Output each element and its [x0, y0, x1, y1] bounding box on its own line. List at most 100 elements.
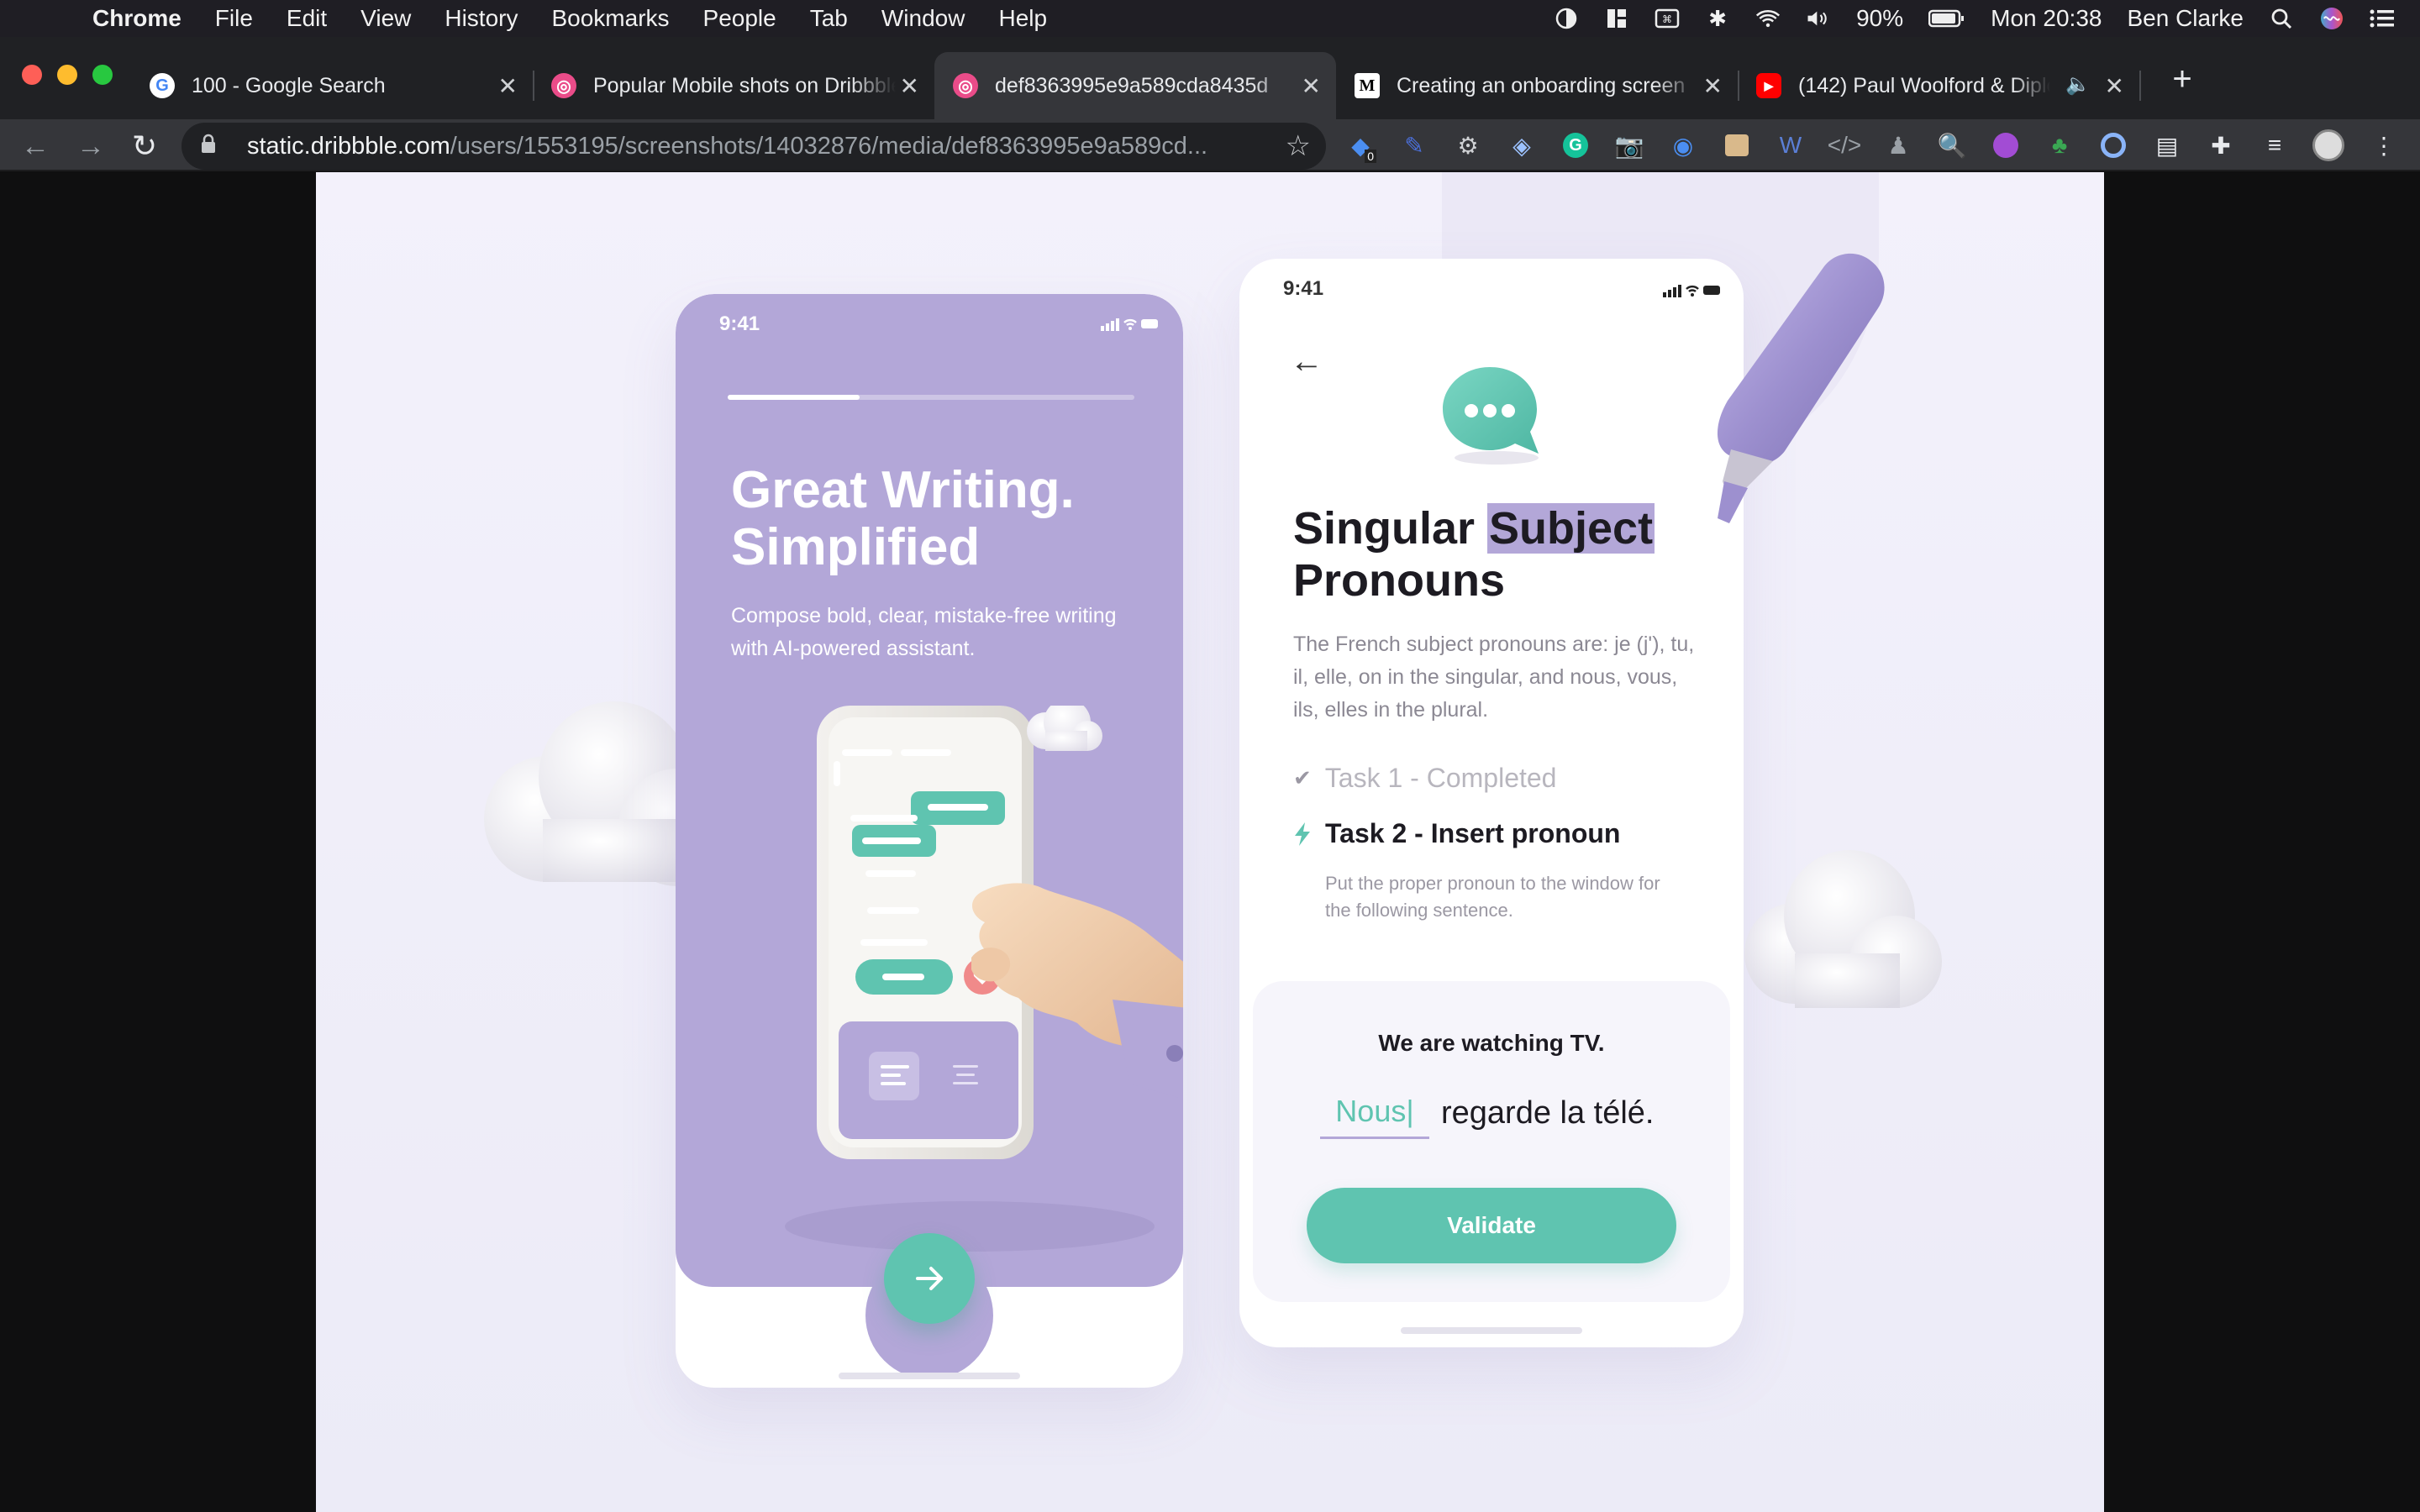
siri-icon[interactable]: [2319, 7, 2344, 30]
chat-bubble-icon: [1443, 367, 1539, 465]
extension-purple-icon[interactable]: [1988, 128, 2023, 163]
validate-button[interactable]: Validate: [1307, 1188, 1676, 1263]
browser-tab-strip: G 100 - Google Search ✕ ◎ Popular Mobile…: [0, 37, 2420, 119]
tab-dribbble-media-active[interactable]: ◎ def8363995e9a589cda8435d ✕: [934, 52, 1336, 119]
highlighter-marker-illustration: [1717, 253, 1885, 523]
extension-box-icon[interactable]: [1719, 128, 1754, 163]
address-bar[interactable]: static.dribbble.com/users/1553195/screen…: [182, 123, 1326, 170]
phone-hand-illustration: [785, 706, 1183, 1252]
menu-app-name[interactable]: Chrome: [92, 5, 182, 32]
tab-title: def8363995e9a589cda8435d: [995, 73, 1269, 97]
lesson-description: The French subject pronouns are: je (j')…: [1293, 633, 1695, 722]
onboarding-progress-fill: [728, 395, 860, 400]
dribbble-icon: ◎: [551, 73, 576, 98]
pronoun-answer-input[interactable]: Nous|: [1320, 1087, 1429, 1139]
browser-toolbar: ← → ↻ static.dribbble.com/users/1553195/…: [0, 119, 2420, 171]
tab-separator: [2139, 71, 2141, 101]
tab-google-search[interactable]: G 100 - Google Search ✕: [131, 52, 534, 119]
tab-title: Popular Mobile shots on Dribbble: [593, 73, 896, 97]
bookmark-star-icon[interactable]: ☆: [1286, 129, 1311, 163]
extension-magnifier-icon[interactable]: 🔍: [1934, 128, 1970, 163]
tab-title: Creating an onboarding screen: [1397, 73, 1686, 97]
onboarding-subtitle: Compose bold, clear, mistake-free writin…: [731, 604, 1117, 660]
cloud-right: [1736, 844, 1946, 1033]
text-cursor: |: [1406, 1094, 1414, 1128]
menu-help[interactable]: Help: [998, 5, 1047, 32]
lock-icon[interactable]: [200, 134, 230, 160]
menu-tab[interactable]: Tab: [810, 5, 848, 32]
extension-code-icon[interactable]: </>: [1827, 128, 1862, 163]
next-button[interactable]: [884, 1233, 975, 1324]
volume-icon[interactable]: [1806, 7, 1831, 30]
tab-medium-onboarding[interactable]: M Creating an onboarding screen ✕: [1336, 52, 1739, 119]
audio-playing-icon[interactable]: 🔈: [2065, 72, 2091, 97]
close-tab-icon[interactable]: ✕: [1302, 72, 1321, 100]
tab-youtube[interactable]: ▶ (142) Paul Woolford & Diplo 🔈 ✕: [1738, 52, 2141, 119]
menubar-user[interactable]: Ben Clarke: [2127, 5, 2244, 32]
profile-avatar[interactable]: [2311, 128, 2346, 163]
url-host: static.dribbble.com: [247, 132, 450, 160]
exercise-card: We are watching TV. Nous| regarde la tél…: [1253, 981, 1730, 1302]
extension-gear-icon[interactable]: ⚙: [1450, 128, 1486, 163]
bluetooth-icon[interactable]: ✱: [1705, 6, 1730, 31]
close-tab-icon[interactable]: ✕: [498, 72, 518, 100]
extension-counter-icon[interactable]: ◆ 0: [1343, 128, 1378, 163]
back-arrow-icon[interactable]: ←: [17, 128, 54, 165]
close-tab-icon[interactable]: ✕: [900, 72, 919, 100]
new-tab-button[interactable]: +: [2161, 60, 2203, 98]
reload-icon[interactable]: ↻: [126, 128, 163, 165]
task-completed[interactable]: ✔ Task 1 - Completed: [1293, 763, 1556, 794]
dark-mode-icon[interactable]: [1554, 7, 1579, 30]
french-sentence-rest: regarde la télé.: [1441, 1095, 1655, 1131]
menubar-clock[interactable]: Mon 20:38: [1991, 5, 2102, 32]
task-current[interactable]: Task 2 - Insert pronoun: [1293, 818, 1620, 849]
menu-bookmarks[interactable]: Bookmarks: [551, 5, 669, 32]
camera-extension-icon[interactable]: 📷: [1612, 128, 1647, 163]
menu-history[interactable]: History: [445, 5, 518, 32]
extension-circle-icon[interactable]: [2096, 128, 2131, 163]
menu-edit[interactable]: Edit: [287, 5, 327, 32]
extension-pen-icon[interactable]: ✎: [1397, 128, 1432, 163]
arrow-right-icon: [916, 1267, 943, 1290]
chrome-menu-icon[interactable]: ⋮: [2366, 128, 2402, 163]
status-time: 9:41: [719, 312, 760, 335]
menu-window[interactable]: Window: [881, 5, 965, 32]
forward-arrow-icon[interactable]: →: [72, 128, 109, 165]
lesson-title: Singular Subject Pronouns: [1293, 502, 1697, 606]
keyboard-shortcut-icon[interactable]: ⌘: [1655, 7, 1680, 30]
spotlight-search-icon[interactable]: [2269, 7, 2294, 30]
dribbble-icon: ◎: [953, 73, 978, 98]
task1-label: Task 1 - Completed: [1324, 763, 1557, 793]
extension-figure-icon[interactable]: ♟: [1881, 128, 1916, 163]
medium-icon: M: [1355, 73, 1380, 98]
svg-text:⌘: ⌘: [1662, 13, 1672, 25]
back-arrow-icon[interactable]: ←: [1290, 343, 1323, 381]
youtube-icon: ▶: [1756, 73, 1781, 98]
menu-file[interactable]: File: [215, 5, 253, 32]
extension-search-icon[interactable]: ◉: [1665, 128, 1701, 163]
wifi-icon[interactable]: [1755, 7, 1781, 30]
window-controls: [22, 65, 113, 85]
close-tab-icon[interactable]: ✕: [1703, 72, 1723, 100]
english-sentence: We are watching TV.: [1378, 1030, 1605, 1056]
extension-android-icon[interactable]: ♣: [2042, 128, 2077, 163]
zoom-window-button[interactable]: [92, 65, 113, 85]
tab-dribbble-popular[interactable]: ◎ Popular Mobile shots on Dribbble ✕: [533, 52, 934, 119]
battery-icon[interactable]: [1928, 7, 1965, 30]
grammarly-icon[interactable]: G: [1558, 128, 1593, 163]
layout-icon[interactable]: [1604, 7, 1629, 30]
extensions-puzzle-icon[interactable]: ✚: [2203, 128, 2238, 163]
menu-people[interactable]: People: [703, 5, 776, 32]
notification-center-icon[interactable]: [2370, 7, 2395, 30]
minimize-window-button[interactable]: [57, 65, 77, 85]
close-tab-icon[interactable]: ✕: [2105, 72, 2124, 100]
extension-diamond-icon[interactable]: ◈: [1504, 128, 1539, 163]
extension-doc-icon[interactable]: ▤: [2149, 128, 2185, 163]
signal-wifi-battery-icon: [1101, 318, 1158, 331]
close-window-button[interactable]: [22, 65, 42, 85]
home-indicator: [1401, 1327, 1582, 1334]
checkmark-icon: ✔: [1293, 765, 1312, 790]
extension-w-icon[interactable]: W: [1773, 128, 1808, 163]
media-controls-icon[interactable]: ≡: [2257, 128, 2292, 163]
menu-view[interactable]: View: [360, 5, 411, 32]
